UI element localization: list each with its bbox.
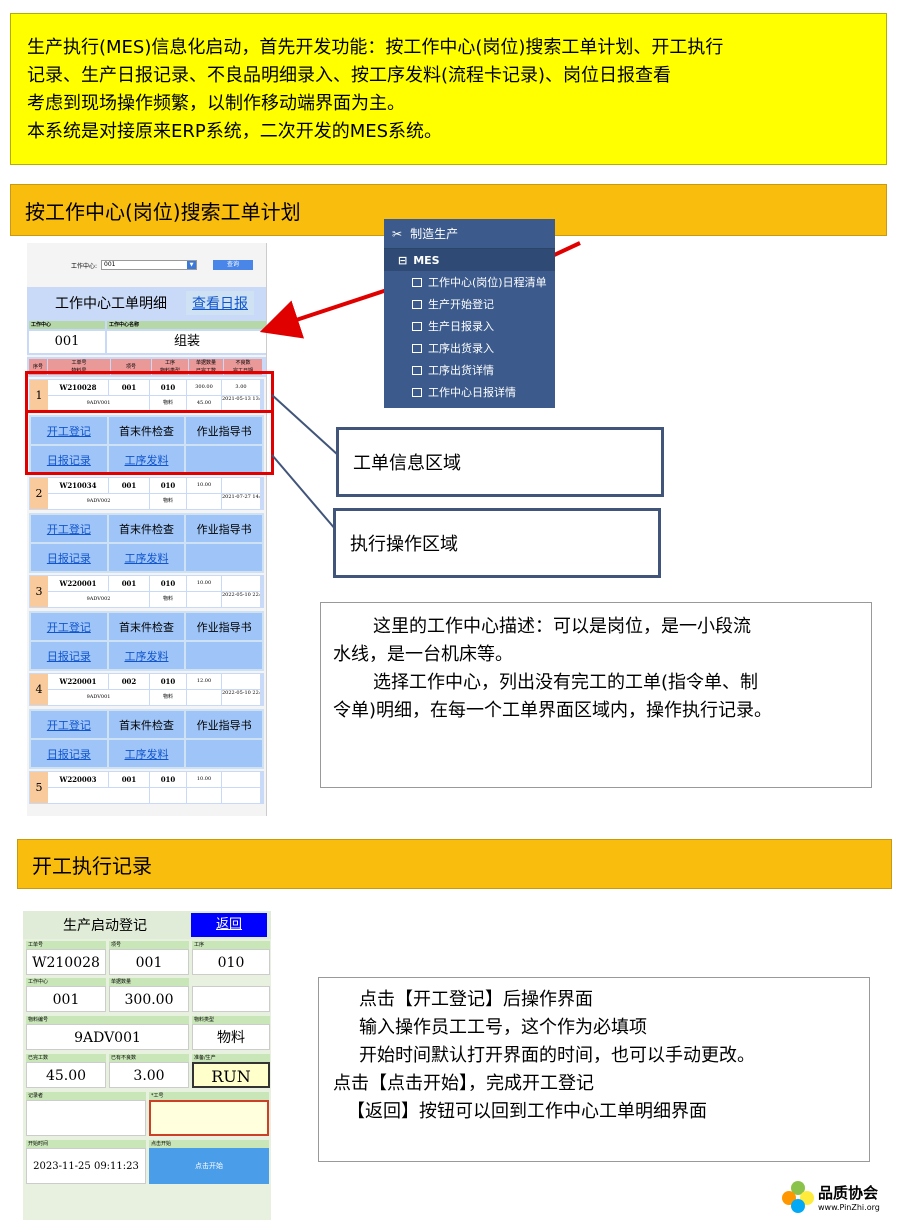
order-no-field: W210028 bbox=[26, 949, 106, 975]
work-center-field: 001 bbox=[26, 986, 106, 1012]
menu-group-mes[interactable]: ⊟ MES bbox=[384, 249, 555, 271]
status-badge: RUN bbox=[192, 1062, 270, 1088]
start-fields: 工单号 W210028 项号 001 工序 010 工作中心 001 单据数量 300.0… bbox=[23, 939, 271, 1014]
menu-item-shipment-entry[interactable]: 工序出货录入 bbox=[384, 337, 555, 359]
production-start-screen: 生产启动登记 返回 工单号 W210028 项号 001 工序 010 工作中心 001… bbox=[23, 911, 271, 1220]
collapse-icon: ⊟ bbox=[398, 253, 408, 267]
page-title: 生产启动登记 bbox=[63, 918, 147, 934]
chart-icon bbox=[412, 343, 422, 353]
description-2: 点击【开工登记】后操作界面 输入操作员工工号，这个作为必填项 开始时间默认打开界… bbox=[318, 977, 870, 1162]
operator-row: 记录者 *工号 bbox=[23, 1090, 271, 1138]
flower-logo-icon bbox=[782, 1181, 814, 1213]
chart-icon bbox=[412, 365, 422, 375]
mes-menu: ✂ 制造生产 ⊟ MES 工作中心(岗位)日程清单 生产开始登记 生产日报录入 … bbox=[384, 219, 555, 408]
material-no-field: 9ADV001 bbox=[26, 1024, 189, 1050]
menu-item-start-register[interactable]: 生产开始登记 bbox=[384, 293, 555, 315]
section2-title: 开工执行记录 bbox=[32, 853, 152, 878]
connector-order-area bbox=[271, 394, 339, 456]
menu-title: 制造生产 bbox=[410, 227, 459, 241]
process-field: 010 bbox=[192, 949, 270, 975]
employee-no-input[interactable] bbox=[149, 1100, 269, 1136]
chart-icon bbox=[412, 321, 422, 331]
start-time-input[interactable]: 2023-11-25 09:11:23 bbox=[26, 1148, 146, 1184]
item-no-field: 001 bbox=[109, 949, 189, 975]
menu-item-shipment-detail[interactable]: 工序出货详情 bbox=[384, 359, 555, 381]
material-type-field: 物料 bbox=[192, 1024, 270, 1050]
chart-icon bbox=[412, 299, 422, 309]
menu-item-daily-detail[interactable]: 工作中心日报详情 bbox=[384, 381, 555, 403]
menu-item-schedule[interactable]: 工作中心(岗位)日程清单 bbox=[384, 271, 555, 293]
recorder-field[interactable] bbox=[26, 1100, 146, 1136]
progress-row: 已完工数 45.00 已有不良数 3.00 准备/生产 RUN bbox=[23, 1052, 271, 1090]
tools-icon: ✂ bbox=[392, 226, 403, 241]
empty-field bbox=[192, 986, 270, 1012]
callout-order-area: 工单信息区域 bbox=[336, 427, 664, 497]
logo-url: www.PinZhi.org bbox=[818, 1203, 880, 1212]
connector-exec-area bbox=[271, 454, 337, 531]
start-title-bar: 生产启动登记 返回 bbox=[23, 911, 271, 939]
section2-header: 开工执行记录 bbox=[17, 839, 892, 889]
start-row: 开始时间 2023-11-25 09:11:23 点击开始 点击开始 bbox=[23, 1138, 271, 1186]
bad-qty-field: 3.00 bbox=[109, 1062, 189, 1088]
logo-name: 品质协会 bbox=[818, 1184, 879, 1202]
back-button[interactable]: 返回 bbox=[191, 913, 267, 937]
menu-header[interactable]: ✂ 制造生产 bbox=[384, 219, 555, 249]
material-row: 物料编号 9ADV001 物料类型 物料 bbox=[23, 1014, 271, 1052]
qty-field: 300.00 bbox=[109, 986, 189, 1012]
chart-icon bbox=[412, 387, 422, 397]
description-1: 这里的工作中心描述：可以是岗位，是一小段流 水线，是一台机床等。 选择工作中心，… bbox=[320, 602, 872, 788]
start-button[interactable]: 点击开始 bbox=[149, 1148, 269, 1184]
done-qty-field: 45.00 bbox=[26, 1062, 106, 1088]
chart-icon bbox=[412, 277, 422, 287]
pinzhi-logo: 品质协会 www.PinZhi.org bbox=[782, 1178, 902, 1216]
callout-exec-area: 执行操作区域 bbox=[333, 508, 661, 578]
menu-item-daily-entry[interactable]: 生产日报录入 bbox=[384, 315, 555, 337]
